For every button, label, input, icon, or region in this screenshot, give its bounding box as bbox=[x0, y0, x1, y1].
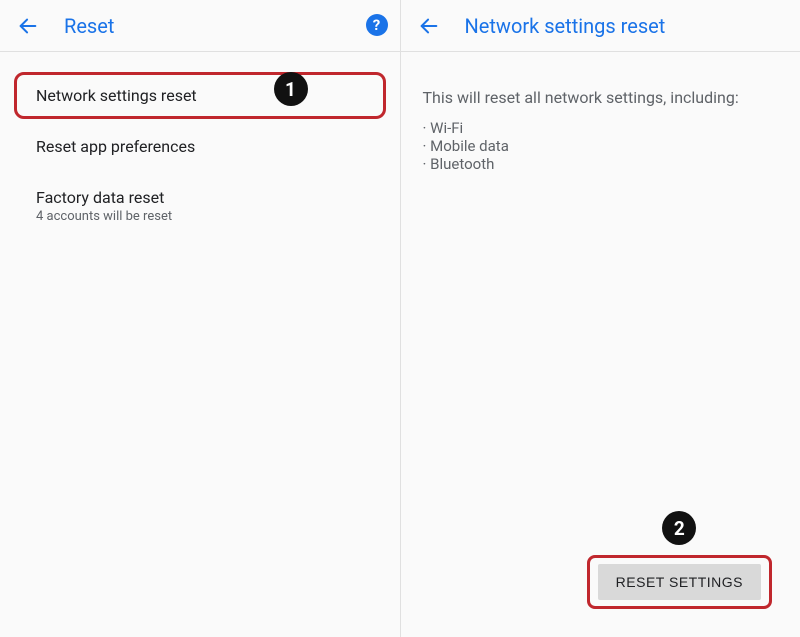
left-content: Network settings reset 1 Reset app prefe… bbox=[0, 52, 400, 637]
reset-bullets: Wi-Fi Mobile data Bluetooth bbox=[401, 115, 800, 177]
list-item-network-settings-reset[interactable]: Network settings reset bbox=[14, 72, 386, 119]
bullet-mobile-data: Mobile data bbox=[423, 137, 779, 155]
bullet-wifi: Wi-Fi bbox=[423, 119, 779, 137]
left-header-title: Reset bbox=[64, 14, 114, 38]
callout-badge-2: 2 bbox=[662, 511, 696, 545]
callout-badge-1: 1 bbox=[274, 72, 308, 106]
back-arrow-icon[interactable] bbox=[417, 14, 441, 38]
right-header: Network settings reset bbox=[401, 0, 800, 52]
right-content: This will reset all network settings, in… bbox=[401, 52, 800, 637]
back-arrow-icon[interactable] bbox=[16, 14, 40, 38]
button-area: 2 RESET SETTINGS bbox=[587, 511, 772, 609]
right-header-title: Network settings reset bbox=[465, 14, 666, 38]
list-item-title: Factory data reset bbox=[36, 188, 364, 207]
reset-description: This will reset all network settings, in… bbox=[401, 68, 800, 115]
list-item-reset-app-preferences[interactable]: Reset app preferences bbox=[14, 123, 386, 170]
reset-settings-button[interactable]: RESET SETTINGS bbox=[598, 564, 761, 600]
list-item-factory-data-reset[interactable]: Factory data reset 4 accounts will be re… bbox=[14, 174, 386, 238]
list-item-title: Network settings reset bbox=[36, 86, 364, 105]
bullet-bluetooth: Bluetooth bbox=[423, 155, 779, 173]
list-item-title: Reset app preferences bbox=[36, 137, 364, 156]
reset-panel: Reset ? Network settings reset 1 Reset a… bbox=[0, 0, 401, 637]
help-icon[interactable]: ? bbox=[366, 14, 388, 36]
left-header: Reset ? bbox=[0, 0, 400, 52]
reset-button-highlight: RESET SETTINGS bbox=[587, 555, 772, 609]
network-reset-panel: Network settings reset This will reset a… bbox=[401, 0, 800, 637]
list-item-subtitle: 4 accounts will be reset bbox=[36, 209, 364, 224]
